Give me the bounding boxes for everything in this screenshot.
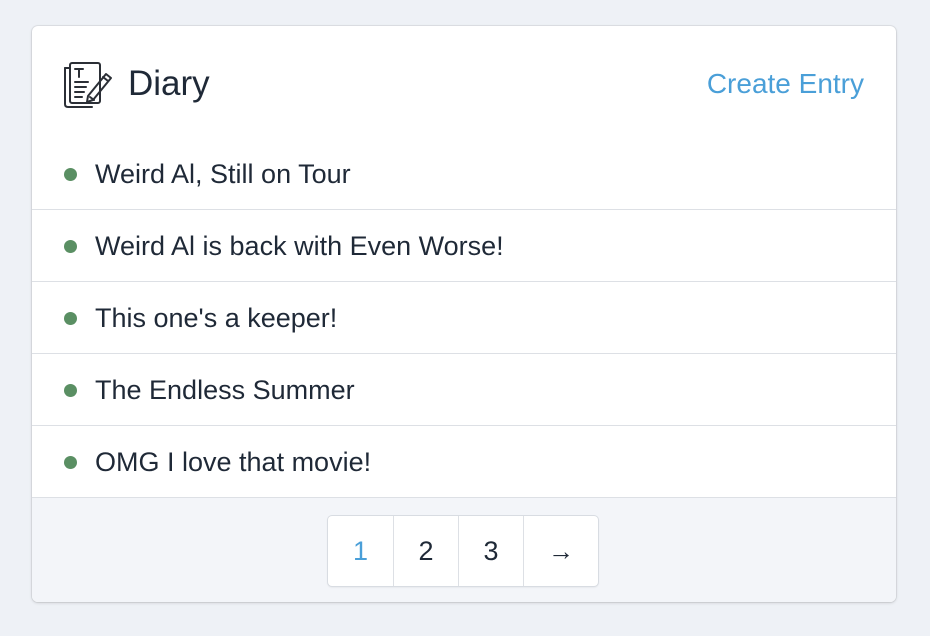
list-item[interactable]: OMG I love that movie! [32,426,896,498]
bullet-dot [64,168,77,181]
bullet-dot [64,240,77,253]
next-page-button[interactable]: → [523,516,598,586]
entry-title[interactable]: This one's a keeper! [95,300,337,336]
entry-list: Weird Al, Still on Tour Weird Al is back… [32,138,896,498]
bullet-dot [64,456,77,469]
page-title: Diary [128,64,210,103]
pagination-footer: 1 2 3 → [32,498,896,602]
list-item[interactable]: The Endless Summer [32,354,896,426]
diary-edit-icon [62,60,116,110]
diary-card: Diary Create Entry Weird Al, Still on To… [32,26,896,602]
page-button-1[interactable]: 1 [328,516,393,586]
bullet-dot [64,384,77,397]
page-button-3[interactable]: 3 [458,516,523,586]
entry-title[interactable]: Weird Al, Still on Tour [95,156,351,192]
list-item[interactable]: Weird Al, Still on Tour [32,138,896,210]
bullet-dot [64,312,77,325]
arrow-right-icon: → [548,535,574,566]
entry-title[interactable]: OMG I love that movie! [95,444,371,480]
list-item[interactable]: This one's a keeper! [32,282,896,354]
list-item[interactable]: Weird Al is back with Even Worse! [32,210,896,282]
entry-title[interactable]: The Endless Summer [95,372,355,408]
diary-header: Diary Create Entry [32,26,896,142]
pagination: 1 2 3 → [328,516,598,586]
entry-title[interactable]: Weird Al is back with Even Worse! [95,228,504,264]
create-entry-link[interactable]: Create Entry [707,66,864,102]
page-button-2[interactable]: 2 [393,516,458,586]
